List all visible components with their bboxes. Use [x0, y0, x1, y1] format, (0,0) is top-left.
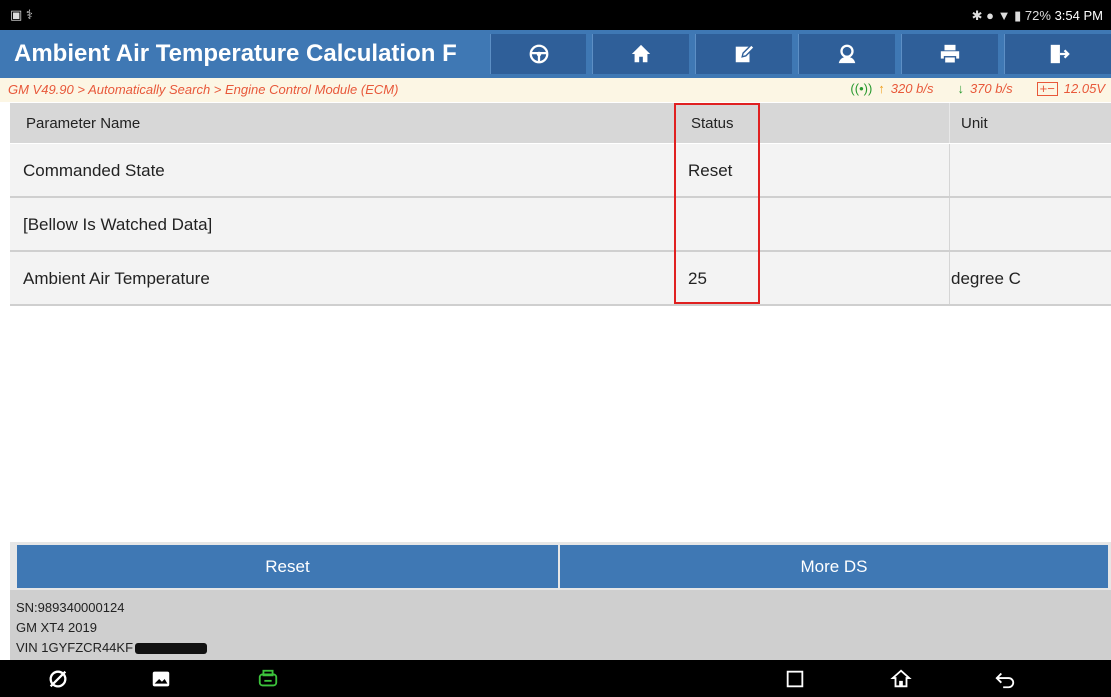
redaction-mark — [135, 643, 208, 655]
home-button[interactable] — [592, 34, 689, 74]
wifi-icon: ▼ — [997, 8, 1011, 23]
vehicle-info-panel: SN:989340000124 GM XT4 2019 VIN 1GYFZCR4… — [10, 590, 1111, 660]
steering-wheel-icon — [529, 44, 548, 64]
vehicle-model: GM XT4 2019 — [16, 620, 97, 635]
gallery-icon — [152, 671, 170, 687]
back-button[interactable] — [993, 667, 1017, 691]
steering-wheel-button[interactable] — [490, 34, 586, 74]
breadcrumb-bar: GM V49.90 > Automatically Search > Engin… — [0, 78, 1111, 102]
column-header-unit: Unit — [961, 115, 988, 132]
gallery-button[interactable] — [149, 667, 173, 691]
vci-icon — [258, 669, 278, 687]
browser-icon — [49, 670, 67, 688]
recents-button[interactable] — [783, 667, 807, 691]
browser-button[interactable] — [46, 667, 70, 691]
vci-button[interactable] — [256, 667, 280, 691]
upload-arrow-icon: ↑ — [878, 81, 885, 96]
page-title: Ambient Air Temperature Calculation F — [14, 40, 457, 67]
print-icon — [940, 44, 960, 64]
notification-icons: ▣ ⚕ — [10, 7, 33, 22]
table-header: Parameter Name Status Unit — [10, 103, 1111, 143]
table-row[interactable]: Ambient Air Temperature 25 degree C — [10, 252, 1111, 306]
support-button[interactable] — [798, 34, 895, 74]
home-outline-icon — [890, 669, 912, 688]
download-rate: 370 b/s — [969, 81, 1013, 96]
breadcrumb: GM V49.90 > Automatically Search > Engin… — [8, 82, 399, 97]
support-icon — [838, 44, 856, 64]
home-icon — [631, 44, 651, 63]
bluetooth-icon: ✱ — [971, 8, 983, 23]
table-row[interactable]: Commanded State Reset — [10, 144, 1111, 198]
reset-button[interactable]: Reset — [17, 545, 558, 588]
home-nav-button[interactable] — [889, 667, 913, 691]
more-ds-button[interactable]: More DS — [560, 545, 1108, 588]
battery-level: 72% — [1024, 8, 1051, 23]
app-header: Ambient Air Temperature Calculation F — [0, 30, 1111, 78]
parameter-name: [Bellow Is Watched Data] — [23, 215, 213, 234]
parameter-unit: degree C — [951, 269, 1021, 288]
back-icon — [995, 672, 1015, 689]
clock: 3:54 PM — [1054, 8, 1103, 23]
print-button[interactable] — [901, 34, 998, 74]
system-status-bar: ▣ ⚕ ✱ ● ▼ ▮ 72% 3:54 PM — [0, 0, 1111, 30]
download-arrow-icon: ↓ — [957, 81, 964, 96]
voltage-reading: 12.05V — [1063, 81, 1105, 96]
system-nav-bar — [0, 660, 1111, 697]
status-column-highlight — [674, 103, 760, 304]
upload-rate: 320 b/s — [890, 81, 934, 96]
battery-voltage-icon: +− — [1036, 81, 1058, 96]
battery-icon: ▮ — [1014, 8, 1022, 23]
vin-number: VIN 1GYFZCR44KF — [16, 640, 134, 655]
dnd-icon: ● — [986, 8, 995, 23]
action-bar: Reset More DS — [10, 542, 1111, 590]
recents-icon — [786, 670, 804, 688]
parameter-name: Commanded State — [23, 161, 165, 180]
table-row[interactable]: [Bellow Is Watched Data] — [10, 198, 1111, 252]
wifi-signal-icon: ((•)) — [850, 81, 873, 96]
connection-status: ((•)) ↑ 320 b/s ↓ 370 b/s +− 12.05V — [850, 81, 1105, 96]
edit-button[interactable] — [695, 34, 792, 74]
column-header-parameter: Parameter Name — [26, 115, 141, 132]
parameter-name: Ambient Air Temperature — [23, 269, 210, 288]
edit-icon — [735, 43, 755, 63]
exit-button[interactable] — [1004, 34, 1111, 74]
exit-icon — [1050, 44, 1070, 64]
serial-number: SN:989340000124 — [16, 600, 125, 615]
